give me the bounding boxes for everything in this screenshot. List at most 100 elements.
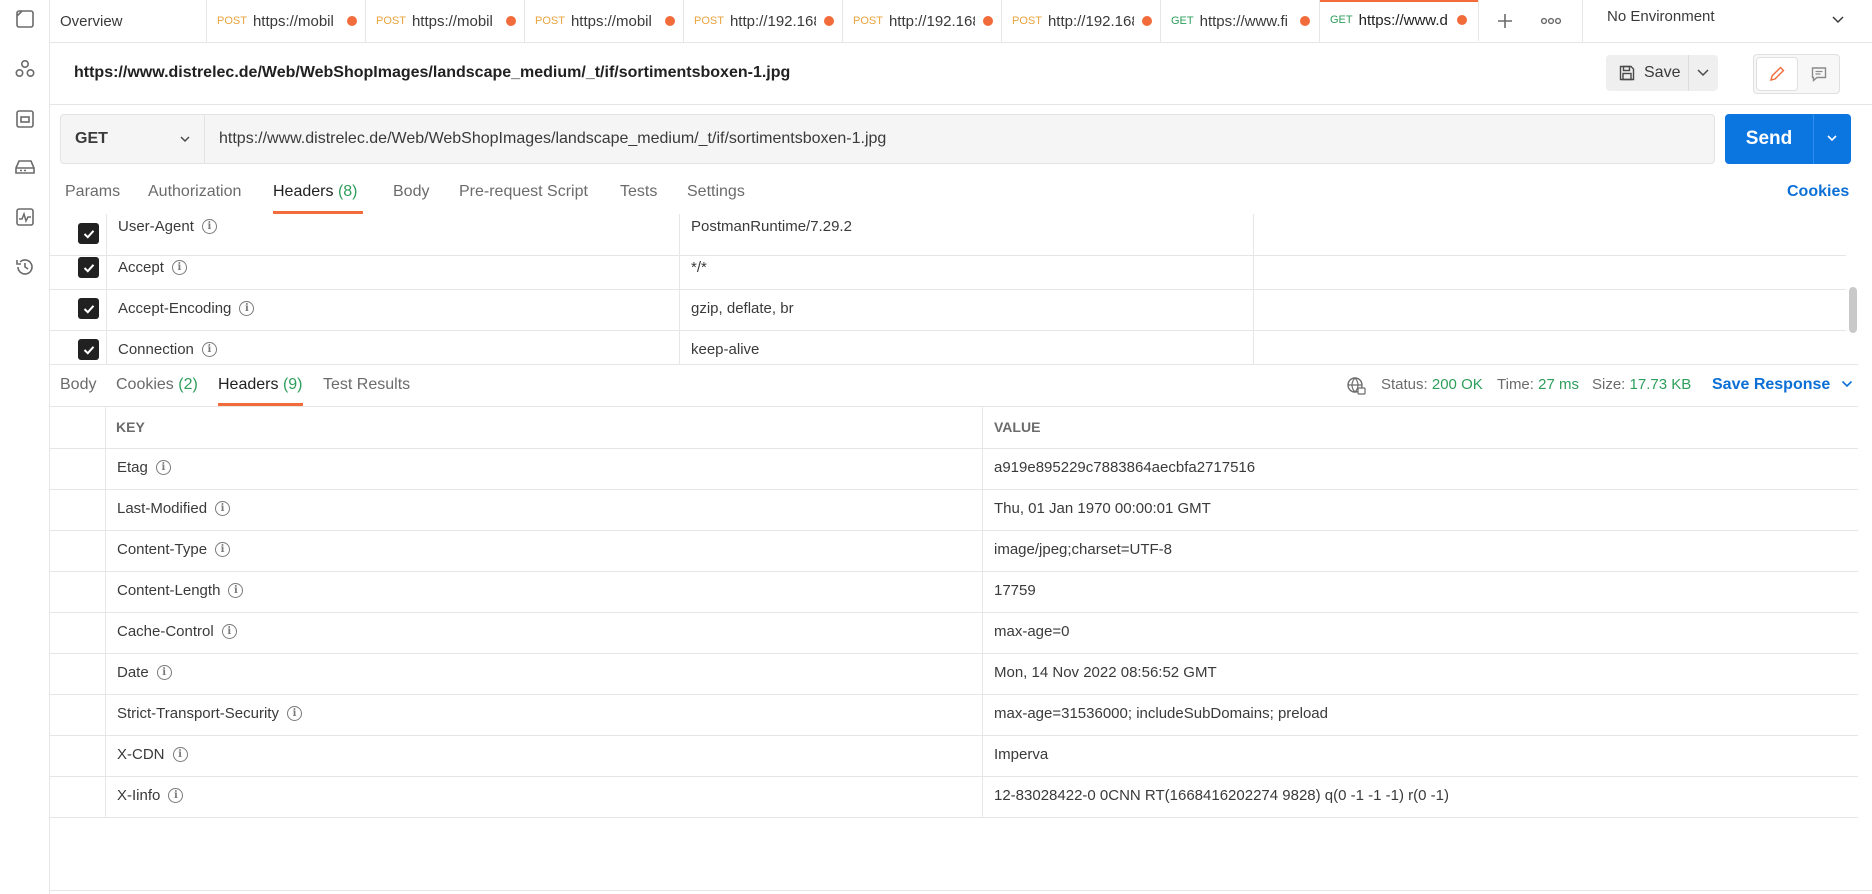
key-text: Cache-Control	[117, 623, 214, 640]
tab-label: Headers	[273, 183, 334, 200]
header-value[interactable]: a919e895229c7883864aecbfa2717516	[994, 459, 1255, 476]
tab-authorization[interactable]: Authorization	[148, 183, 241, 201]
request-tab[interactable]: POST http://192.168	[684, 0, 843, 42]
info-icon[interactable]: i	[172, 746, 188, 762]
network-globe-icon[interactable]	[1346, 376, 1366, 400]
request-tab[interactable]: POST https://mobil	[525, 0, 684, 42]
request-tab[interactable]: POST http://192.168	[1002, 0, 1161, 42]
url-input[interactable]	[205, 114, 1715, 164]
request-tab[interactable]: POST http://192.168	[843, 0, 1002, 42]
more-tabs-icon[interactable]	[1536, 8, 1566, 34]
checkbox-checked[interactable]	[78, 298, 99, 319]
divider	[982, 776, 983, 817]
header-key: Strict-Transport-Security i	[117, 705, 302, 722]
info-icon[interactable]: i	[221, 623, 237, 639]
divider	[105, 407, 106, 448]
info-icon[interactable]: i	[156, 664, 172, 680]
table-row: Etag i a919e895229c7883864aecbfa2717516	[50, 448, 1858, 490]
header-value[interactable]: Imperva	[994, 746, 1048, 763]
tab-headers[interactable]: Headers (8)	[273, 183, 358, 201]
save-button[interactable]: Save	[1606, 55, 1718, 91]
save-icon	[1618, 64, 1636, 82]
tab-body[interactable]: Body	[393, 183, 429, 201]
request-title[interactable]: https://www.distrelec.de/Web/WebShopImag…	[74, 64, 790, 82]
info-icon[interactable]: i	[201, 218, 217, 234]
header-key[interactable]: Accept-Encoding i	[118, 300, 255, 317]
info-icon[interactable]: i	[215, 500, 231, 516]
chevron-down-icon[interactable]	[1825, 131, 1839, 149]
info-icon[interactable]: i	[286, 705, 302, 721]
header-key[interactable]: User-Agent i	[118, 218, 217, 235]
status-value[interactable]: 200 OK	[1432, 376, 1483, 393]
header-value[interactable]: max-age=31536000; includeSubDomains; pre…	[994, 705, 1328, 722]
info-icon[interactable]: i	[168, 787, 184, 803]
info-icon[interactable]: i	[228, 582, 244, 598]
info-icon[interactable]: i	[215, 541, 231, 557]
info-icon[interactable]: i	[201, 341, 217, 357]
header-key[interactable]: Connection i	[118, 341, 217, 358]
response-tab-body[interactable]: Body	[60, 376, 96, 394]
time-value[interactable]: 27 ms	[1538, 376, 1579, 393]
collections-icon[interactable]	[12, 6, 38, 32]
info-icon[interactable]: i	[171, 259, 187, 275]
pane-divider[interactable]	[50, 364, 1858, 365]
response-tab-test-results[interactable]: Test Results	[323, 376, 410, 394]
size-value[interactable]: 17.73 KB	[1630, 376, 1692, 393]
header-value[interactable]: image/jpeg;charset=UTF-8	[994, 541, 1172, 558]
tab-label: http://192.168	[729, 12, 816, 30]
divider	[105, 530, 106, 571]
divider	[105, 653, 106, 694]
header-value[interactable]: Thu, 01 Jan 1970 00:00:01 GMT	[994, 500, 1211, 517]
checkbox-checked[interactable]	[78, 223, 99, 244]
edit-pencil-icon[interactable]	[1757, 58, 1797, 90]
info-icon[interactable]: i	[239, 300, 255, 316]
apis-icon[interactable]	[12, 56, 38, 82]
method-select[interactable]: GET	[60, 114, 205, 164]
request-tab-active[interactable]: GET https://www.d	[1320, 0, 1479, 42]
key-text: Accept-Encoding	[118, 300, 232, 317]
header-value[interactable]: */*	[691, 259, 707, 276]
cookies-count: (2)	[178, 376, 198, 393]
request-tab[interactable]: GET https://www.fi	[1161, 0, 1320, 42]
table-row: Content-Length i 17759	[50, 571, 1858, 613]
divider	[105, 571, 106, 612]
environments-icon[interactable]	[12, 106, 38, 132]
new-tab-plus-icon[interactable]	[1492, 8, 1518, 34]
tab-prerequest-script[interactable]: Pre-request Script	[459, 183, 588, 201]
tab-overview[interactable]: Overview	[50, 0, 207, 42]
environment-select[interactable]: No Environment	[1583, 0, 1872, 42]
chevron-down-icon[interactable]	[1694, 65, 1712, 85]
comment-icon[interactable]	[1800, 58, 1838, 90]
divider	[50, 890, 1872, 891]
unsaved-dot-icon	[346, 16, 357, 26]
tab-tests[interactable]: Tests	[620, 183, 657, 201]
info-icon[interactable]: i	[155, 459, 171, 475]
header-value[interactable]: keep-alive	[691, 341, 759, 358]
checkbox-checked[interactable]	[78, 339, 99, 360]
response-tab-cookies[interactable]: Cookies (2)	[116, 376, 198, 394]
checkbox-checked[interactable]	[78, 257, 99, 278]
send-label: Send	[1745, 128, 1793, 149]
cookies-link[interactable]: Cookies	[1787, 183, 1849, 201]
history-icon[interactable]	[12, 254, 38, 280]
response-tab-headers[interactable]: Headers (9)	[218, 376, 303, 394]
send-button[interactable]: Send	[1725, 114, 1851, 164]
tab-method: POST	[376, 15, 406, 27]
monitors-icon[interactable]	[12, 204, 38, 230]
request-tab[interactable]: POST https://mobil	[207, 0, 366, 42]
header-value[interactable]: PostmanRuntime/7.29.2	[691, 218, 852, 235]
header-value[interactable]: Mon, 14 Nov 2022 08:56:52 GMT	[994, 664, 1217, 681]
header-value[interactable]: 12-83028422-0 0CNN RT(1668416202274 9828…	[994, 787, 1449, 804]
divider	[679, 248, 680, 289]
header-value[interactable]: max-age=0	[994, 623, 1069, 640]
header-value[interactable]: gzip, deflate, br	[691, 300, 794, 317]
scrollbar-thumb[interactable]	[1849, 287, 1857, 333]
header-value[interactable]: 17759	[994, 582, 1036, 599]
tab-method: POST	[217, 15, 247, 27]
request-tab[interactable]: POST https://mobil	[366, 0, 525, 42]
tab-settings[interactable]: Settings	[687, 183, 745, 201]
save-response-button[interactable]: Save Response	[1712, 376, 1853, 394]
tab-params[interactable]: Params	[65, 183, 120, 201]
header-key[interactable]: Accept i	[118, 259, 187, 276]
mock-servers-icon[interactable]	[12, 154, 38, 180]
